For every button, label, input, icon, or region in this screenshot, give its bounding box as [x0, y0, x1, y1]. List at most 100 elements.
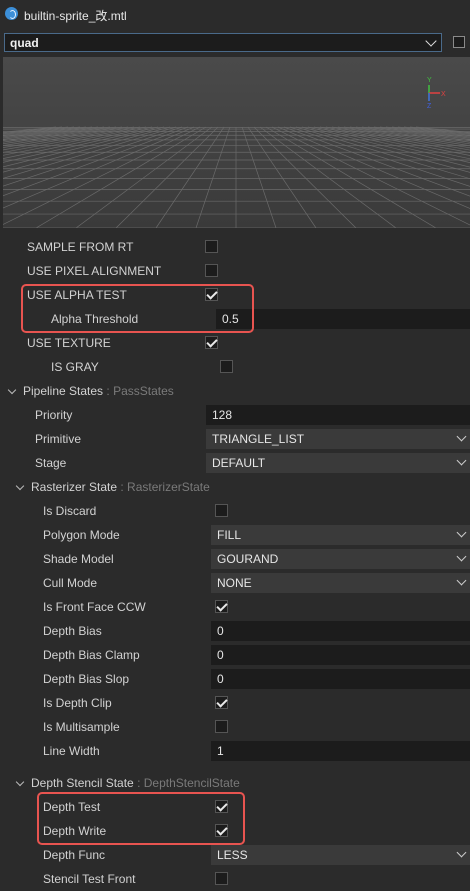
- alpha-test-highlight: [21, 284, 254, 333]
- is-depth-clip-checkbox[interactable]: [215, 696, 228, 709]
- chevron-down-icon: [456, 431, 467, 442]
- priority-input[interactable]: 128: [206, 405, 470, 425]
- chevron-down-icon: [15, 481, 25, 491]
- prop-is-multisample: Is Multisample: [0, 715, 470, 739]
- depth-bias-clamp-input[interactable]: 0: [211, 645, 470, 665]
- section-title: Rasterizer State: [31, 480, 118, 494]
- stencil-test-front-checkbox[interactable]: [215, 872, 228, 885]
- prop-label: Depth Bias Clamp: [43, 648, 140, 662]
- prop-depth-bias-clamp: Depth Bias Clamp 0: [0, 643, 470, 667]
- prop-polygon-mode: Polygon Mode FILL: [0, 523, 470, 547]
- depth-bias-slop-value: 0: [217, 672, 224, 686]
- section-rasterizer-state[interactable]: Rasterizer State : RasterizerState: [0, 475, 470, 499]
- cull-mode-select[interactable]: NONE: [211, 573, 470, 593]
- z-axis-label: Z: [427, 103, 432, 110]
- prop-priority: Priority 128: [0, 403, 470, 427]
- prop-label: Cull Mode: [43, 576, 98, 590]
- depth-func-select[interactable]: LESS: [211, 845, 470, 865]
- section-type: : PassStates: [106, 384, 174, 398]
- line-width-value: 1: [217, 744, 224, 758]
- prop-label: Depth Bias: [43, 624, 102, 638]
- prop-front-face-ccw: Is Front Face CCW: [0, 595, 470, 619]
- prop-label: Depth Func: [43, 848, 106, 862]
- cull-mode-value: NONE: [217, 576, 252, 590]
- alpha-threshold-input[interactable]: 0.5: [216, 309, 470, 329]
- prop-label: Shade Model: [43, 552, 114, 566]
- app-logo-icon: [5, 7, 18, 20]
- prop-label: Polygon Mode: [43, 528, 120, 542]
- prop-label: USE PIXEL ALIGNMENT: [27, 264, 162, 278]
- shade-model-value: GOURAND: [217, 552, 279, 566]
- depth-bias-slop-input[interactable]: 0: [211, 669, 470, 689]
- prop-depth-bias-slop: Depth Bias Slop 0: [0, 667, 470, 691]
- prop-is-discard: Is Discard: [0, 499, 470, 523]
- prop-label: Primitive: [35, 432, 82, 446]
- mesh-select[interactable]: quad: [4, 33, 442, 52]
- prop-label: USE TEXTURE: [27, 336, 111, 350]
- section-label: Depth Stencil State : DepthStencilState: [31, 776, 240, 790]
- section-title: Pipeline States: [23, 384, 104, 398]
- prop-cull-mode: Cull Mode NONE: [0, 571, 470, 595]
- prop-stencil-test-front: Stencil Test Front: [0, 867, 470, 891]
- prop-label: Depth Bias Slop: [43, 672, 130, 686]
- prop-label: Stage: [35, 456, 67, 470]
- use-texture-checkbox[interactable]: [205, 336, 218, 349]
- prop-is-gray: IS GRAY: [0, 355, 470, 379]
- y-axis-label: Y: [427, 77, 432, 84]
- material-preview-viewport[interactable]: Y X Z: [3, 57, 470, 228]
- section-title: Depth Stencil State: [31, 776, 134, 790]
- section-label: Pipeline States : PassStates: [23, 384, 174, 398]
- line-width-input[interactable]: 1: [211, 741, 470, 761]
- sample-from-rt-checkbox[interactable]: [205, 240, 218, 253]
- depth-test-write-highlight: [37, 792, 245, 845]
- axis-gizmo[interactable]: Y X Z: [3, 57, 470, 228]
- prop-line-width: Line Width 1: [0, 739, 470, 763]
- x-axis-label: X: [441, 91, 446, 98]
- section-type: : RasterizerState: [120, 480, 210, 494]
- prop-label: Is Depth Clip: [43, 696, 112, 710]
- shade-model-select[interactable]: GOURAND: [211, 549, 470, 569]
- chevron-down-icon: [456, 551, 467, 562]
- front-face-ccw-checkbox[interactable]: [215, 600, 228, 613]
- is-gray-checkbox[interactable]: [220, 360, 233, 373]
- prop-is-depth-clip: Is Depth Clip: [0, 691, 470, 715]
- window-title: builtin-sprite_改.mtl: [24, 9, 127, 23]
- prop-label: Is Multisample: [43, 720, 120, 734]
- mesh-toggle-checkbox[interactable]: [453, 36, 465, 48]
- prop-label: IS GRAY: [51, 360, 99, 374]
- chevron-down-icon: [456, 575, 467, 586]
- prop-sample-from-rt: SAMPLE FROM RT: [0, 235, 470, 259]
- depth-bias-input[interactable]: 0: [211, 621, 470, 641]
- is-multisample-checkbox[interactable]: [215, 720, 228, 733]
- chevron-down-icon: [425, 35, 437, 47]
- chevron-down-icon: [456, 455, 467, 466]
- prop-label: Is Discard: [43, 504, 97, 518]
- section-pipeline-states[interactable]: Pipeline States : PassStates: [0, 379, 470, 403]
- chevron-down-icon: [7, 385, 17, 395]
- use-pixel-alignment-checkbox[interactable]: [205, 264, 218, 277]
- chevron-down-icon: [456, 527, 467, 538]
- primitive-value: TRIANGLE_LIST: [212, 432, 305, 446]
- prop-label: Is Front Face CCW: [43, 600, 146, 614]
- prop-use-texture: USE TEXTURE: [0, 331, 470, 355]
- depth-func-value: LESS: [217, 848, 248, 862]
- prop-use-pixel-alignment: USE PIXEL ALIGNMENT: [0, 259, 470, 283]
- mesh-select-value: quad: [10, 36, 39, 50]
- prop-shade-model: Shade Model GOURAND: [0, 547, 470, 571]
- priority-value: 128: [212, 408, 233, 422]
- prop-primitive: Primitive TRIANGLE_LIST: [0, 427, 470, 451]
- prop-label: SAMPLE FROM RT: [27, 240, 134, 254]
- polygon-mode-value: FILL: [217, 528, 242, 542]
- stage-value: DEFAULT: [212, 456, 266, 470]
- prop-label: Priority: [35, 408, 73, 422]
- prop-label: Stencil Test Front: [43, 872, 136, 886]
- section-type: : DepthStencilState: [137, 776, 240, 790]
- stage-select[interactable]: DEFAULT: [206, 453, 470, 473]
- prop-stage: Stage DEFAULT: [0, 451, 470, 475]
- polygon-mode-select[interactable]: FILL: [211, 525, 470, 545]
- is-discard-checkbox[interactable]: [215, 504, 228, 517]
- prop-depth-bias: Depth Bias 0: [0, 619, 470, 643]
- prop-depth-func: Depth Func LESS: [0, 843, 470, 867]
- primitive-select[interactable]: TRIANGLE_LIST: [206, 429, 470, 449]
- chevron-down-icon: [456, 847, 467, 858]
